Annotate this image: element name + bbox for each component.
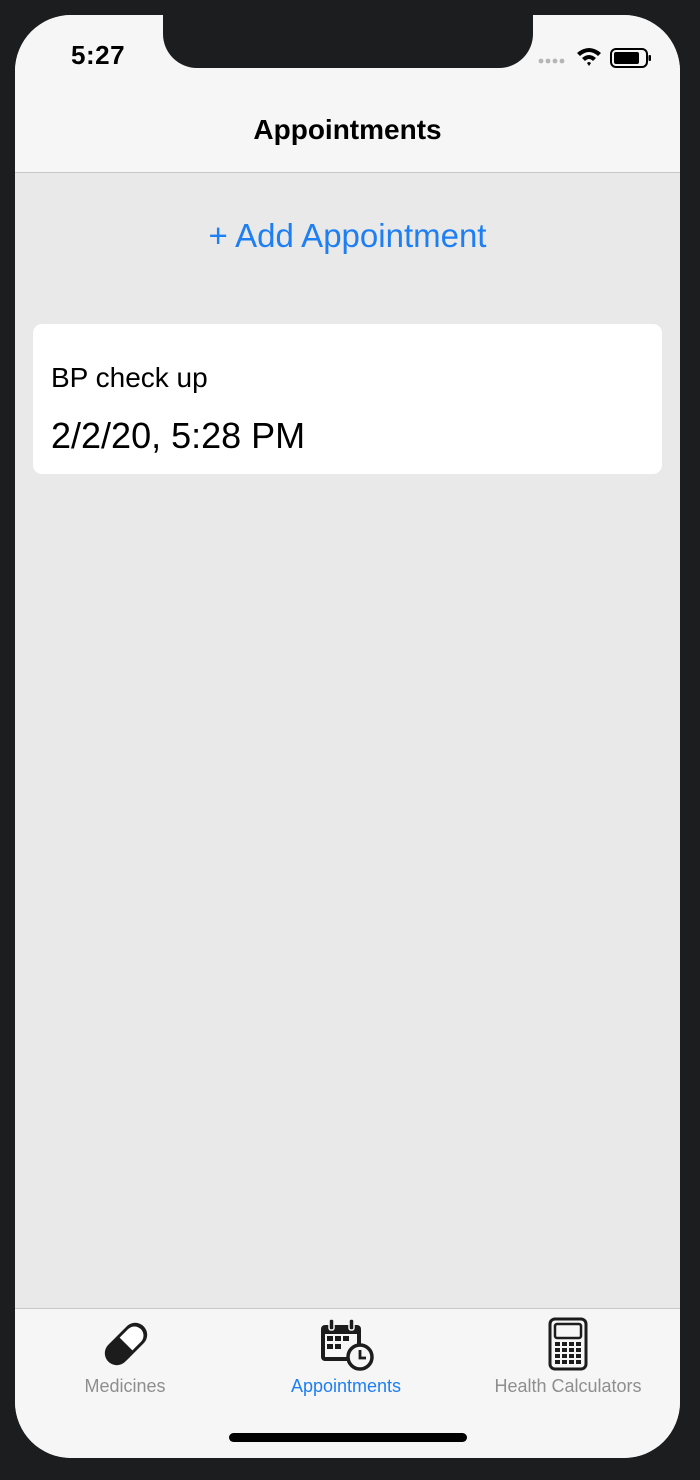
tab-appointments[interactable]: Appointments xyxy=(256,1309,436,1409)
notch xyxy=(163,15,533,68)
status-indicators xyxy=(535,43,655,71)
pill-icon xyxy=(104,1322,148,1366)
home-indicator xyxy=(229,1433,467,1442)
tab-health-calculators[interactable]: Health Calculators xyxy=(478,1309,658,1409)
tab-medicines[interactable]: Medicines xyxy=(35,1309,215,1409)
add-appointment-button[interactable]: + Add Appointment xyxy=(15,217,680,255)
status-time: 5:27 xyxy=(71,40,126,70)
calendar-clock-icon xyxy=(321,1318,374,1371)
battery-icon xyxy=(610,48,651,68)
app-screen: 5:27 Appointments + Add Appointment BP c… xyxy=(15,15,680,1458)
tab-label-health-calculators: Health Calculators xyxy=(494,1376,642,1396)
navigation-bar: Appointments xyxy=(15,68,680,173)
appointment-datetime: 2/2/20, 5:28 PM xyxy=(51,415,306,456)
wifi-icon xyxy=(577,48,601,66)
phone-frame: 5:27 Appointments + Add Appointment BP c… xyxy=(0,0,700,1480)
calculator-icon xyxy=(548,1317,588,1371)
page-title: Appointments xyxy=(253,114,442,145)
signal-icon xyxy=(538,48,651,68)
tab-label-appointments: Appointments xyxy=(290,1376,402,1396)
tab-label-medicines: Medicines xyxy=(84,1376,166,1396)
appointment-card[interactable]: BP check up 2/2/20, 5:28 PM xyxy=(33,324,662,474)
appointment-title: BP check up xyxy=(51,362,208,393)
